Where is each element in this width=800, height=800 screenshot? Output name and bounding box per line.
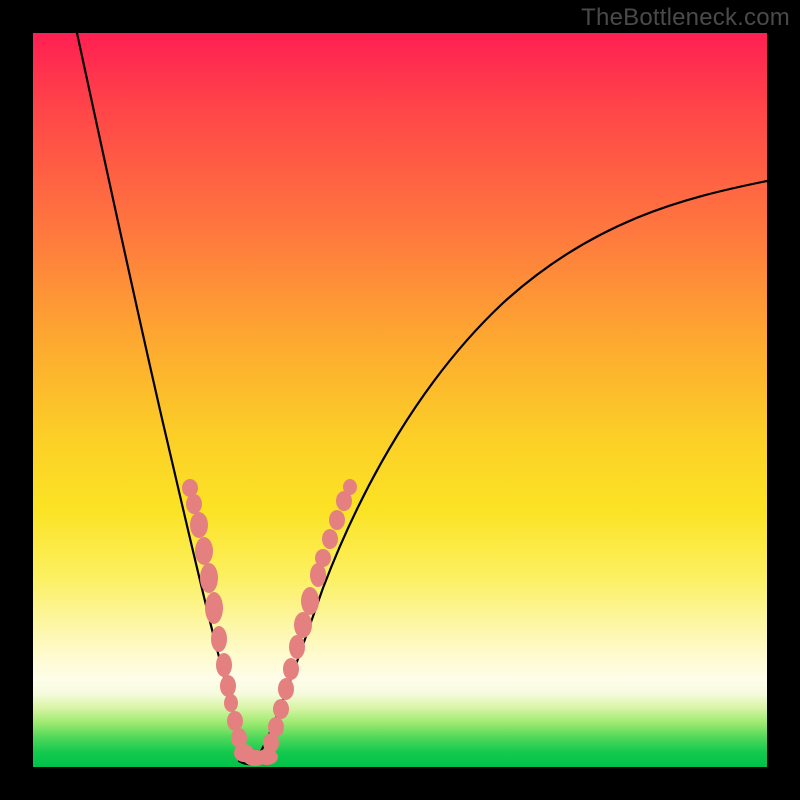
blob [283,658,299,680]
curve-layer [33,33,767,767]
blob [301,587,319,615]
blob [268,717,284,737]
blob [186,494,202,514]
data-blobs [182,479,357,766]
watermark-text: TheBottleneck.com [581,4,790,32]
blob [278,678,294,700]
blob [200,563,218,593]
blob [195,537,213,565]
blob [224,694,238,712]
blob [216,653,232,677]
blob [190,512,208,538]
blob [294,612,312,638]
chart-frame: TheBottleneck.com [0,0,800,800]
blob [289,635,305,659]
blob [220,675,236,697]
bottleneck-curve [77,33,767,764]
curve-right-branch [256,181,767,760]
blob [211,626,227,652]
blob [343,479,357,495]
plot-area [33,33,767,767]
blob [273,699,289,719]
blob [205,592,223,624]
blob [329,510,345,530]
blob [227,711,243,731]
blob [322,529,338,549]
blob [315,549,331,567]
